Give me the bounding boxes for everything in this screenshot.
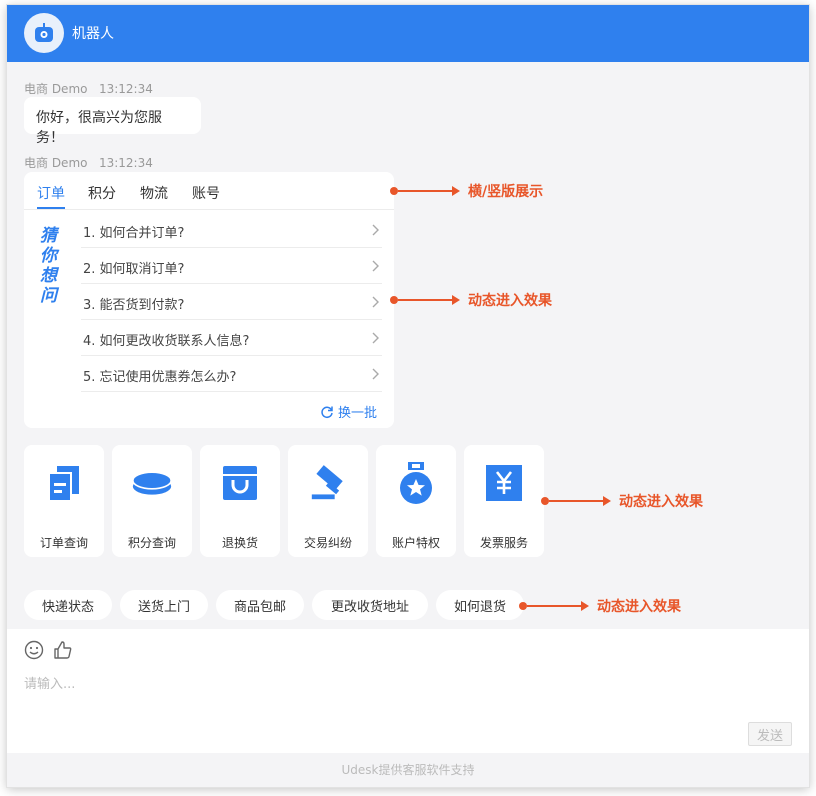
question-item[interactable]: 1. 如何合并订单? [81, 212, 382, 248]
tile-label: 交易纠纷 [303, 536, 352, 550]
annotation-arrowhead [603, 496, 611, 506]
guess-char: 问 [40, 286, 57, 306]
refresh-batch-button[interactable]: 换一批 [320, 402, 377, 421]
guess-you-ask-label: 猜 你 想 问 [40, 226, 64, 306]
tile-label: 订单查询 [39, 536, 88, 550]
annotation-dot [519, 602, 527, 610]
tile-order-query[interactable]: 订单查询 [24, 445, 104, 557]
quick-reply-chip[interactable]: 如何退货 [436, 590, 524, 620]
tab-points[interactable]: 积分 [88, 183, 116, 203]
chevron-right-icon [372, 368, 379, 380]
annotation-text: 动态进入效果 [597, 599, 681, 615]
question-item[interactable]: 3. 能否货到付款? [81, 284, 382, 320]
question-text: 4. 如何更改收货联系人信息? [83, 334, 250, 349]
tile-label: 账户特权 [391, 536, 440, 550]
faq-tabs: 订单 积分 物流 账号 [24, 172, 394, 210]
chevron-right-icon [372, 260, 379, 272]
chevron-right-icon [372, 332, 379, 344]
tab-logistics[interactable]: 物流 [140, 183, 168, 203]
guess-char: 想 [40, 266, 57, 286]
send-button[interactable]: 发送 [748, 722, 792, 746]
chat-header: 机器人 [7, 5, 809, 62]
annotation-dynamic-entry: 动态进入效果 [519, 596, 681, 616]
coin-stack-icon [132, 463, 172, 503]
question-item[interactable]: 5. 忘记使用优惠券怎么办? [81, 356, 382, 392]
annotation-line [527, 605, 581, 607]
chevron-right-icon [372, 224, 379, 236]
refresh-label: 换一批 [337, 406, 377, 421]
question-text: 1. 如何合并订单? [83, 226, 185, 241]
message-text: 你好，很高兴为您服务！ [36, 110, 162, 146]
annotation-dot [390, 187, 398, 195]
input-area: 请输入... 发送 [7, 629, 809, 753]
gavel-icon [308, 463, 348, 503]
chevron-right-icon [372, 296, 379, 308]
message-time: 13:12:34 [98, 156, 153, 170]
message-sender: 电商 Demo [24, 156, 88, 170]
message-bubble: 你好，很高兴为您服务！ [24, 97, 201, 146]
question-text: 3. 能否货到付款? [83, 298, 185, 313]
annotation-arrowhead [581, 601, 589, 611]
smile-icon[interactable] [24, 640, 44, 660]
annotation-dynamic-entry: 动态进入效果 [541, 491, 703, 511]
guess-char: 猜 [40, 226, 57, 246]
quick-reply-chip[interactable]: 快递状态 [24, 590, 112, 620]
annotation-arrowhead [452, 186, 460, 196]
tile-points-query[interactable]: 积分查询 [112, 445, 192, 557]
tab-order[interactable]: 订单 [37, 183, 65, 203]
quick-reply-chip[interactable]: 更改收货地址 [312, 590, 428, 620]
chat-window: 机器人 电商 Demo 13:12:34 你好，很高兴为您服务！ 电商 Demo… [7, 5, 809, 787]
message-sender: 电商 Demo [24, 82, 88, 96]
message-meta: 电商 Demo 13:12:34 [24, 154, 153, 171]
annotation-dynamic-entry: 动态进入效果 [390, 290, 552, 310]
annotation-text: 横/竖版展示 [468, 184, 544, 200]
robot-icon [24, 13, 64, 53]
thumbs-up-icon[interactable] [53, 640, 73, 660]
tile-account-privilege[interactable]: 账户特权 [376, 445, 456, 557]
annotation-dot [390, 296, 398, 304]
tab-account[interactable]: 账号 [192, 183, 220, 203]
quick-reply-chip[interactable]: 送货上门 [120, 590, 208, 620]
shopping-bag-icon [220, 463, 260, 503]
annotation-text: 动态进入效果 [619, 494, 703, 510]
tile-invoice-service[interactable]: 发票服务 [464, 445, 544, 557]
question-item[interactable]: 2. 如何取消订单? [81, 248, 382, 284]
message-input[interactable]: 请输入... [24, 673, 75, 692]
annotation-line [398, 190, 452, 192]
tile-label: 退换货 [221, 536, 258, 550]
question-text: 2. 如何取消订单? [83, 262, 185, 277]
header-title: 机器人 [72, 26, 114, 42]
faq-card: 订单 积分 物流 账号 猜 你 想 问 1. 如何合并订单? 2. 如何取消订单… [24, 172, 394, 428]
annotation-line [549, 500, 603, 502]
footer-powered-by: Udesk提供客服软件支持 [7, 753, 809, 787]
quick-reply-chip[interactable]: 商品包邮 [216, 590, 304, 620]
active-tab-indicator [37, 207, 65, 209]
guess-char: 你 [40, 246, 57, 266]
refresh-icon [321, 406, 333, 418]
annotation-line [398, 299, 452, 301]
tile-return-exchange[interactable]: 退换货 [200, 445, 280, 557]
message-meta: 电商 Demo 13:12:34 [24, 80, 153, 97]
annotation-text: 动态进入效果 [468, 293, 552, 309]
annotation-dot [541, 497, 549, 505]
order-docs-icon [44, 463, 84, 503]
annotation-arrowhead [452, 295, 460, 305]
tile-trade-dispute[interactable]: 交易纠纷 [288, 445, 368, 557]
question-text: 5. 忘记使用优惠券怎么办? [83, 370, 237, 385]
question-item[interactable]: 4. 如何更改收货联系人信息? [81, 320, 382, 356]
tile-label: 发票服务 [479, 536, 528, 550]
medal-icon [396, 462, 436, 504]
annotation-layout: 横/竖版展示 [390, 181, 543, 201]
message-time: 13:12:34 [98, 82, 153, 96]
invoice-yen-icon [484, 463, 524, 503]
tile-label: 积分查询 [127, 536, 176, 550]
